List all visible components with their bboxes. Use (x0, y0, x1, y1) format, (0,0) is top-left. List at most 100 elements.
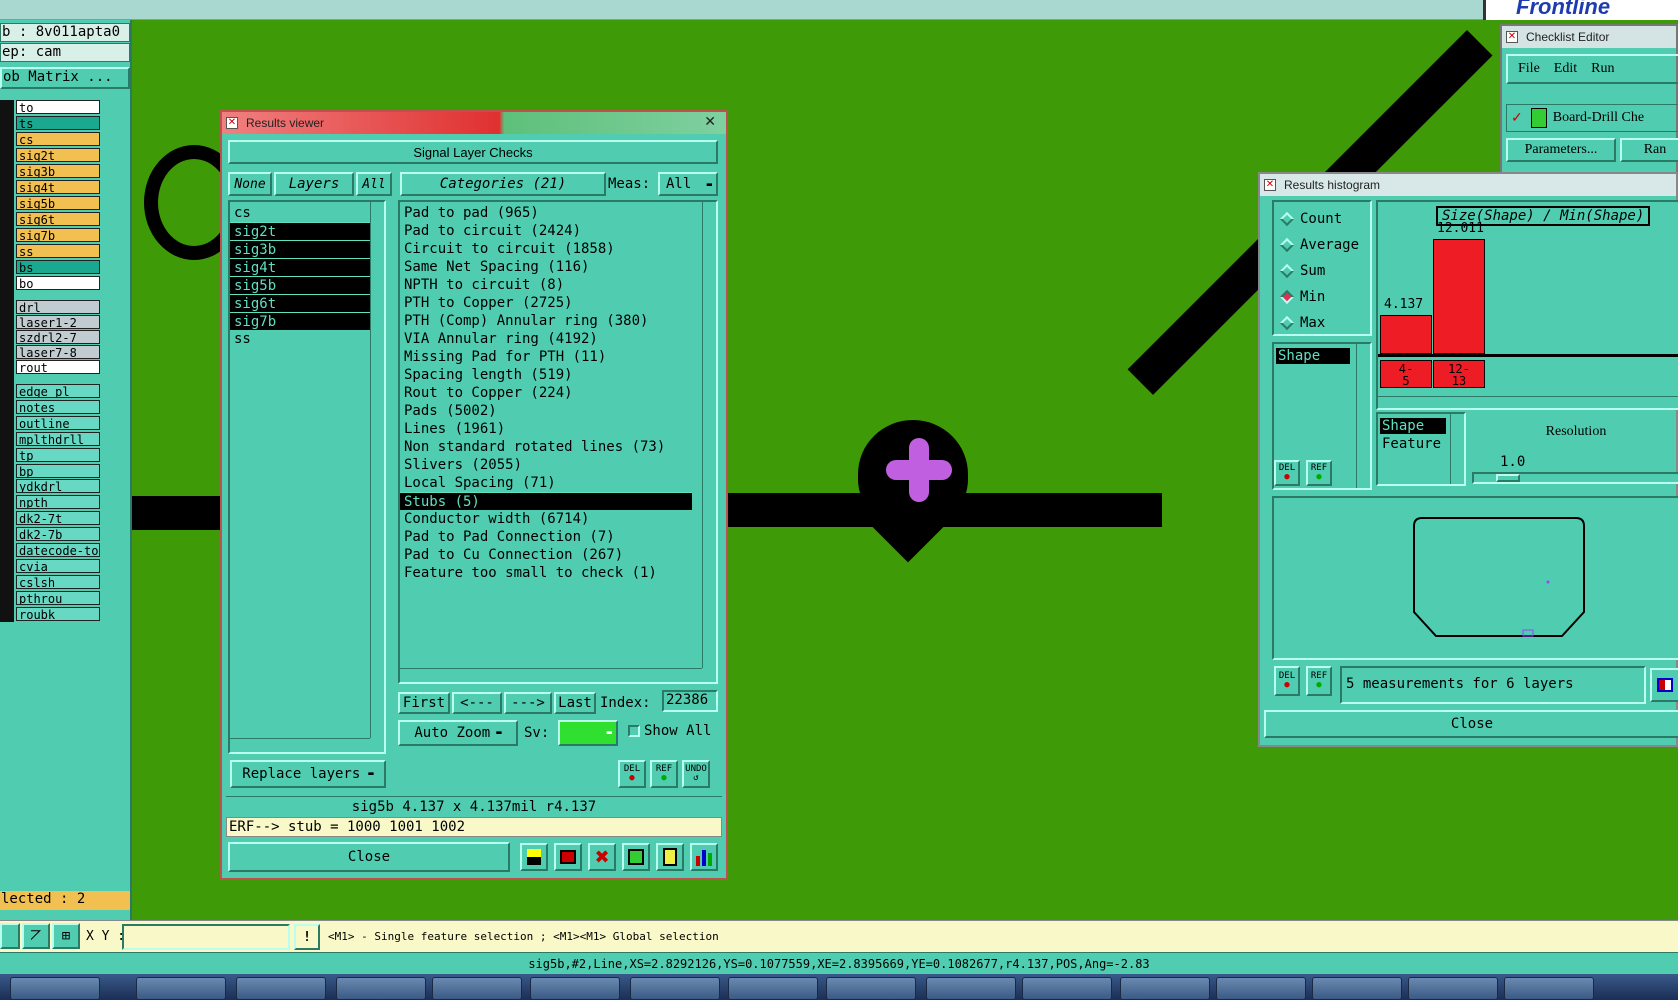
category-item[interactable]: Pad to circuit (2424) (400, 222, 692, 240)
category-item[interactable]: Slivers (2055) (400, 456, 692, 474)
show-all-checkbox[interactable] (628, 725, 640, 737)
categories-hscrollbar[interactable] (400, 668, 702, 682)
layer-rout[interactable]: rout (16, 360, 100, 374)
ran-button[interactable]: Ran (1620, 138, 1678, 162)
checklist-editor-titlebar[interactable]: ✕ Checklist Editor (1502, 26, 1676, 48)
category-item[interactable]: Rout to Copper (224) (400, 384, 692, 402)
group-listbox[interactable]: Shape Feature (1376, 412, 1466, 486)
layer-list-hscrollbar[interactable] (230, 738, 370, 752)
layer-szdrl2-7[interactable]: szdrl2-7 (16, 330, 100, 344)
task-button[interactable] (1504, 977, 1594, 1000)
task-button[interactable] (530, 977, 620, 1000)
category-item[interactable]: PTH (Comp) Annular ring (380) (400, 312, 692, 330)
replace-layers-button[interactable]: Replace layers ▬ (230, 760, 386, 788)
sv-color-select[interactable]: ▬ (558, 720, 618, 746)
group-list-scrollbar[interactable] (1450, 414, 1464, 484)
layer-roubk[interactable]: roubk (16, 606, 100, 621)
layer-sig3b[interactable]: sig3b (16, 164, 100, 178)
histogram-titlebar[interactable]: ✕ Results histogram (1260, 174, 1676, 196)
task-button[interactable] (1312, 977, 1402, 1000)
category-item[interactable]: Circuit to circuit (1858) (400, 240, 692, 258)
prev-button[interactable]: <--- (452, 692, 502, 714)
layer-edge_pl[interactable]: edge_pl (16, 384, 100, 398)
task-button[interactable] (728, 977, 818, 1000)
menu-file[interactable]: File (1518, 61, 1540, 77)
category-item[interactable]: Same Net Spacing (116) (400, 258, 692, 276)
hist-del-button[interactable]: DEL ● (1274, 460, 1300, 486)
category-item[interactable]: PTH to Copper (2725) (400, 294, 692, 312)
layer-pthrou[interactable]: pthrou (16, 590, 100, 605)
mode-radio-sum[interactable]: Sum (1279, 260, 1325, 282)
hist-ref-button[interactable]: REF ● (1306, 460, 1332, 486)
layer-ydkdrl[interactable]: ydkdrl (16, 479, 100, 494)
grid-icon[interactable]: ⊞ (52, 923, 80, 949)
categories-vscrollbar[interactable] (702, 202, 716, 668)
layer-mplthdrll[interactable]: mplthdrll (16, 431, 100, 446)
layer-view-icon[interactable] (1650, 668, 1678, 702)
layer-sig6t[interactable]: sig6t (16, 212, 100, 226)
layer-dk2-7t[interactable]: dk2-7t (16, 511, 100, 526)
select-all-button[interactable]: All (356, 172, 392, 196)
next-button[interactable]: ---> (504, 692, 552, 714)
category-item[interactable]: Pads (5002) (400, 402, 692, 420)
categories-tab[interactable]: Categories (21) (400, 172, 606, 196)
category-item[interactable]: Feature too small to check (1) (400, 564, 692, 582)
task-button[interactable] (10, 977, 100, 1000)
auto-zoom-button[interactable]: Auto Zoom ▬ (398, 720, 518, 746)
ref-button[interactable]: REF ● (650, 760, 678, 788)
histogram-icon[interactable] (690, 843, 718, 871)
layer-list-vscrollbar[interactable] (370, 202, 384, 738)
select-none-button[interactable]: None (228, 172, 272, 196)
layer-ts[interactable]: ts (16, 116, 100, 130)
rv-layer-item[interactable]: cs (230, 204, 370, 222)
rv-layer-item[interactable]: sig4t (230, 258, 370, 276)
checklist-item-row[interactable]: ✓ Board-Drill Che (1506, 104, 1678, 132)
rv-layer-item[interactable]: sig3b (230, 240, 370, 258)
rv-layer-item[interactable]: sig6t (230, 294, 370, 312)
chart-hscrollbar[interactable] (1378, 396, 1678, 408)
angle-snap-icon[interactable]: ⦢ (22, 923, 50, 949)
category-item[interactable]: NPTH to circuit (8) (400, 276, 692, 294)
last-button[interactable]: Last (554, 692, 596, 714)
task-button[interactable] (1216, 977, 1306, 1000)
del-button[interactable]: DEL ● (618, 760, 646, 788)
task-button[interactable] (1408, 977, 1498, 1000)
layer-to[interactable]: to (16, 100, 100, 114)
category-item[interactable]: Pad to Cu Connection (267) (400, 546, 692, 564)
layer-ss[interactable]: ss (16, 244, 100, 258)
histogram-bar[interactable] (1433, 239, 1485, 354)
category-item[interactable]: Pad to pad (965) (400, 204, 692, 222)
task-button[interactable] (1022, 977, 1112, 1000)
highlight-tool-icon[interactable] (520, 843, 548, 871)
layer-listbox[interactable]: cs sig2t sig3b sig4t sig5b sig6t sig7b ss (228, 200, 386, 754)
mode-radio-min[interactable]: Min (1279, 286, 1325, 308)
results-viewer-titlebar[interactable]: ✕ Results viewer ✕ (222, 112, 726, 134)
mode-radio-max[interactable]: Max (1279, 312, 1325, 334)
menu-run[interactable]: Run (1591, 61, 1614, 77)
layer-sig5b[interactable]: sig5b (16, 196, 100, 210)
task-button[interactable] (136, 977, 226, 1000)
group-item-shape[interactable]: Shape (1380, 418, 1446, 434)
category-item[interactable]: Local Spacing (71) (400, 474, 692, 492)
category-item[interactable]: Missing Pad for PTH (11) (400, 348, 692, 366)
histogram-close-button[interactable]: Close (1264, 710, 1678, 738)
layer-outline[interactable]: outline (16, 415, 100, 430)
layer-drl[interactable]: drl (16, 300, 100, 314)
layer-cs[interactable]: cs (16, 132, 100, 146)
layer-bp[interactable]: bp (16, 463, 100, 478)
histogram-bar[interactable] (1380, 315, 1432, 354)
layer-sig2t[interactable]: sig2t (16, 148, 100, 162)
layer-notes[interactable]: notes (16, 399, 100, 414)
rv-layer-item[interactable]: sig2t (230, 222, 370, 240)
layer-cslsh[interactable]: cslsh (16, 574, 100, 589)
preview-ref-button[interactable]: REF ● (1306, 666, 1332, 696)
category-item[interactable]: VIA Annular ring (4192) (400, 330, 692, 348)
category-item[interactable]: Pad to Pad Connection (7) (400, 528, 692, 546)
window-menu-icon[interactable]: ✕ (1506, 31, 1518, 43)
task-button[interactable] (336, 977, 426, 1000)
rv-layer-item[interactable]: sig7b (230, 312, 370, 330)
resolution-slider[interactable] (1472, 472, 1678, 484)
meas-select[interactable]: All ▬ (658, 172, 718, 196)
layer-laser1-2[interactable]: laser1-2 (16, 315, 100, 329)
menu-edit[interactable]: Edit (1554, 61, 1577, 77)
